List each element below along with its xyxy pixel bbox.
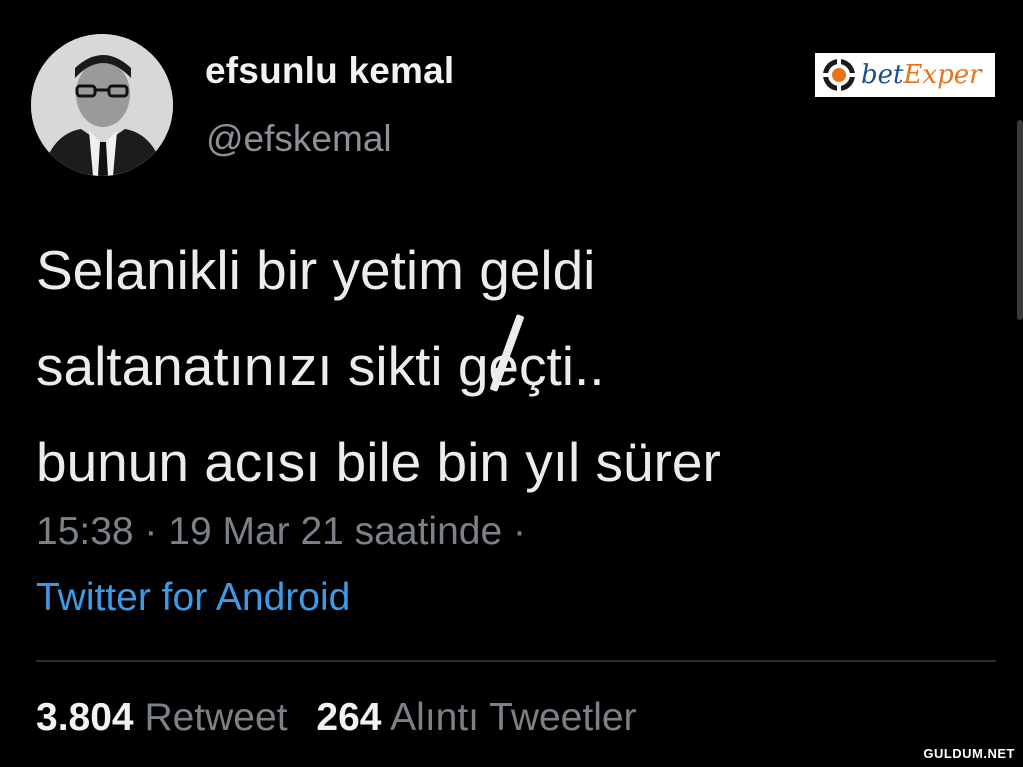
tweet-source-link[interactable]: Twitter for Android [36, 576, 350, 620]
quote-label: Alıntı Tweetler [390, 696, 637, 739]
divider [36, 660, 996, 662]
retweet-count: 3.804 [36, 696, 134, 739]
display-name[interactable]: efsunlu kemal [205, 50, 454, 92]
profile-photo-icon [31, 34, 173, 176]
tweet-stats: 3.804 Retweet 264 Alıntı Tweetler [36, 696, 637, 740]
user-handle[interactable]: @efskemal [206, 118, 392, 160]
logo-text-bet: bet [861, 60, 904, 90]
quote-tweets-stat[interactable]: 264 Alıntı Tweetler [316, 696, 636, 740]
watermark: GULDUM.NET [919, 744, 1019, 763]
poker-chip-icon [823, 59, 855, 91]
betexper-logo: bet Exper [815, 53, 995, 97]
avatar[interactable] [31, 34, 173, 176]
tweet-text: Selanikli bir yetim geldi saltanatınızı … [36, 222, 996, 510]
tweet-timestamp[interactable]: 15:38 · 19 Mar 21 saatinde · [36, 510, 526, 554]
tweet-line: Selanikli bir yetim geldi [36, 239, 596, 301]
scroll-indicator[interactable] [1017, 120, 1023, 320]
logo-text-exper: Exper [903, 60, 982, 90]
tweet-line: bunun acısı bile bin yıl sürer [36, 431, 721, 493]
retweets-stat[interactable]: 3.804 Retweet [36, 696, 288, 740]
retweet-label: Retweet [144, 696, 288, 739]
quote-count: 264 [316, 696, 382, 739]
